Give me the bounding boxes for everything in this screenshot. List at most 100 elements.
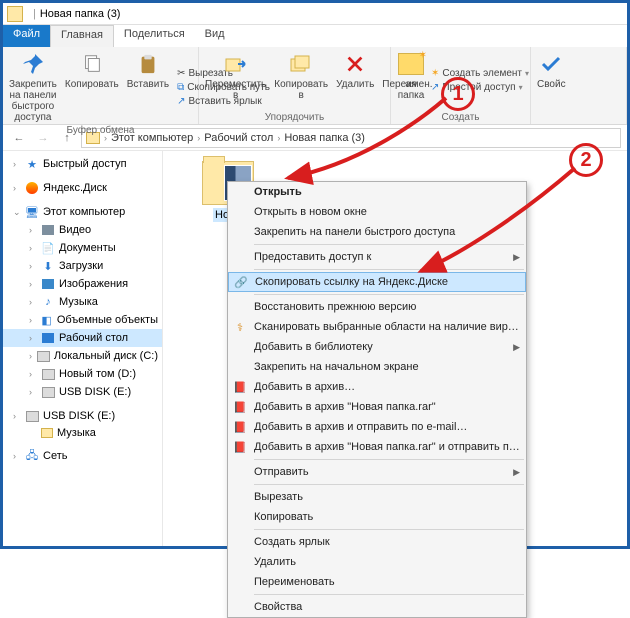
ribbon-tabs: Файл Главная Поделиться Вид [3,25,627,47]
tree-drive-c[interactable]: ›Локальный диск (C:) [3,347,162,365]
ctx-short-label: Создать ярлык [254,536,520,548]
tree-music2[interactable]: Музыка [3,425,162,441]
ctx-sendto-label: Отправить [254,466,507,478]
tree-documents[interactable]: ›📄Документы [3,239,162,257]
copyto-label: Копировать в [274,79,328,101]
nav-tree: ›★Быстрый доступ ›Яндекс.Диск ⌄🖥Этот ком… [3,151,163,546]
usb-icon [26,411,39,422]
copy-label: Копировать [65,79,119,90]
ctx-ren-label: Переименовать [254,576,520,588]
newfolder-button[interactable]: ая папка [395,49,427,112]
delete-button[interactable]: Удалить [334,49,376,112]
pin-icon [21,52,45,76]
usb-icon [42,387,55,398]
newitem-button[interactable]: ✶Создать элемент▾ [431,67,529,80]
folder-icon [41,428,53,438]
tree-network-label: Сеть [43,450,67,462]
easyaccess-button[interactable]: ↗Простой доступ▾ [431,81,529,94]
tree-pictures[interactable]: ›Изображения [3,275,162,293]
tab-view[interactable]: Вид [195,25,235,47]
ctx-add-archive-rar-email[interactable]: 📕Добавить в архив "Новая папка.rar" и от… [228,437,526,457]
tree-drive-d[interactable]: ›Новый том (D:) [3,365,162,383]
tree-usb-e2[interactable]: ›USB DISK (E:) [3,407,162,425]
group-organize-label: Упорядочить [203,112,386,123]
ctx-copy-label: Копировать [254,511,520,523]
paste-label: Вставить [127,79,169,90]
copy-button[interactable]: Копировать [63,49,121,125]
paste-icon [137,52,159,76]
ctx-cut[interactable]: Вырезать [228,487,526,507]
tree-desktop[interactable]: ›Рабочий стол [3,329,162,347]
ctx-pin-start[interactable]: Закрепить на начальном экране [228,357,526,377]
ctx-delete[interactable]: Удалить [228,552,526,572]
tree-thispc[interactable]: ⌄🖥Этот компьютер [3,203,162,221]
tree-3dobjects[interactable]: ›◧Объемные объекты [3,311,162,329]
rar-icon: 📕 [232,399,248,415]
delete-icon [344,53,366,75]
ctx-add-archive-rar[interactable]: 📕 Добавить в архив "Новая папка.rar" [228,397,526,417]
ctx-restore-version[interactable]: Восстановить прежнюю версию [228,297,526,317]
ctx-rename[interactable]: Переименовать [228,572,526,592]
copyto-button[interactable]: Копировать в [272,49,330,112]
group-new-label: Создать [395,112,526,123]
copyto-icon [289,52,313,76]
newfolder-label: ая папка [398,79,425,101]
tree-network[interactable]: ›🖧Сеть [3,447,162,465]
tree-yandexdisk[interactable]: ›Яндекс.Диск [3,179,162,197]
desktop-icon [42,333,54,343]
ctx-open[interactable]: Открыть [228,182,526,202]
ctx-pinquick-label: Закрепить на панели быстрого доступа [254,226,520,238]
ctx-scan-virus[interactable]: ⚕Сканировать выбранные области на наличи… [228,317,526,337]
ctx-add-archive-email[interactable]: 📕Добавить в архив и отправить по e-mail… [228,417,526,437]
titlebar: | Новая папка (3) [3,3,627,25]
ctx-grant-label: Предоставить доступ к [254,251,507,263]
ctx-arch-label: Добавить в архив… [254,381,520,393]
group-clipboard-label: Буфер обмена [7,125,194,136]
tree-music[interactable]: ›♪Музыка [3,293,162,311]
paste-button[interactable]: Вставить [125,49,171,125]
crumb-desktop[interactable]: Рабочий стол [204,132,273,144]
ctx-add-archive[interactable]: 📕Добавить в архив… [228,377,526,397]
ctx-create-shortcut[interactable]: Создать ярлык [228,532,526,552]
pin-quickaccess-button[interactable]: Закрепить на панели быстрого доступа [7,49,59,125]
tree-usb-e[interactable]: ›USB DISK (E:) [3,383,162,401]
easyaccess-icon: ↗ [431,82,439,93]
tab-share[interactable]: Поделиться [114,25,195,47]
chevron-right-icon: ▶ [513,467,520,478]
ctx-grant-access[interactable]: Предоставить доступ к▶ [228,247,526,267]
moveto-button[interactable]: Переместить в [203,49,268,112]
tree-downloads[interactable]: ›⬇Загрузки [3,257,162,275]
tree-videos[interactable]: ›Видео [3,221,162,239]
delete-label: Удалить [336,79,374,90]
video-icon [42,225,54,235]
drive-icon [42,369,55,380]
pictures-icon [42,279,54,289]
window: | Новая папка (3) Файл Главная Поделитьс… [0,0,630,549]
ctx-open-new-window[interactable]: Открыть в новом окне [228,202,526,222]
antivirus-icon: ⚕ [232,319,248,335]
tab-file[interactable]: Файл [3,25,50,47]
tab-home[interactable]: Главная [50,25,114,47]
tree-quickaccess[interactable]: ›★Быстрый доступ [3,155,162,173]
crumb-folder[interactable]: Новая папка (3) [284,132,365,144]
ctx-pinstart-label: Закрепить на начальном экране [254,361,520,373]
pin-label: Закрепить на панели быстрого доступа [9,79,57,123]
ctx-pin-quickaccess[interactable]: Закрепить на панели быстрого доступа [228,222,526,242]
rar-icon: 📕 [232,439,248,455]
ctx-archrar-label: Добавить в архив "Новая папка.rar" [254,401,520,413]
tree-down-label: Загрузки [59,260,103,272]
ctx-copy[interactable]: Копировать [228,507,526,527]
ctx-send-to[interactable]: Отправить ▶ [228,462,526,482]
properties-button[interactable]: Свойс [535,49,568,112]
documents-icon: 📄 [41,241,55,255]
ctx-properties[interactable]: Свойства [228,597,526,617]
ctx-cut-label: Вырезать [254,491,520,503]
ctx-copy-yandex-link[interactable]: 🔗Скопировать ссылку на Яндекс.Диске [228,272,526,292]
path-icon: ⧉ [177,82,184,93]
ctx-lib-label: Добавить в библиотеку [254,341,507,353]
link-icon: 🔗 [233,274,249,290]
network-icon: 🖧 [25,449,39,463]
music-icon: ♪ [41,295,55,309]
ctx-add-library[interactable]: Добавить в библиотеку▶ [228,337,526,357]
newfolder-icon [398,53,424,75]
